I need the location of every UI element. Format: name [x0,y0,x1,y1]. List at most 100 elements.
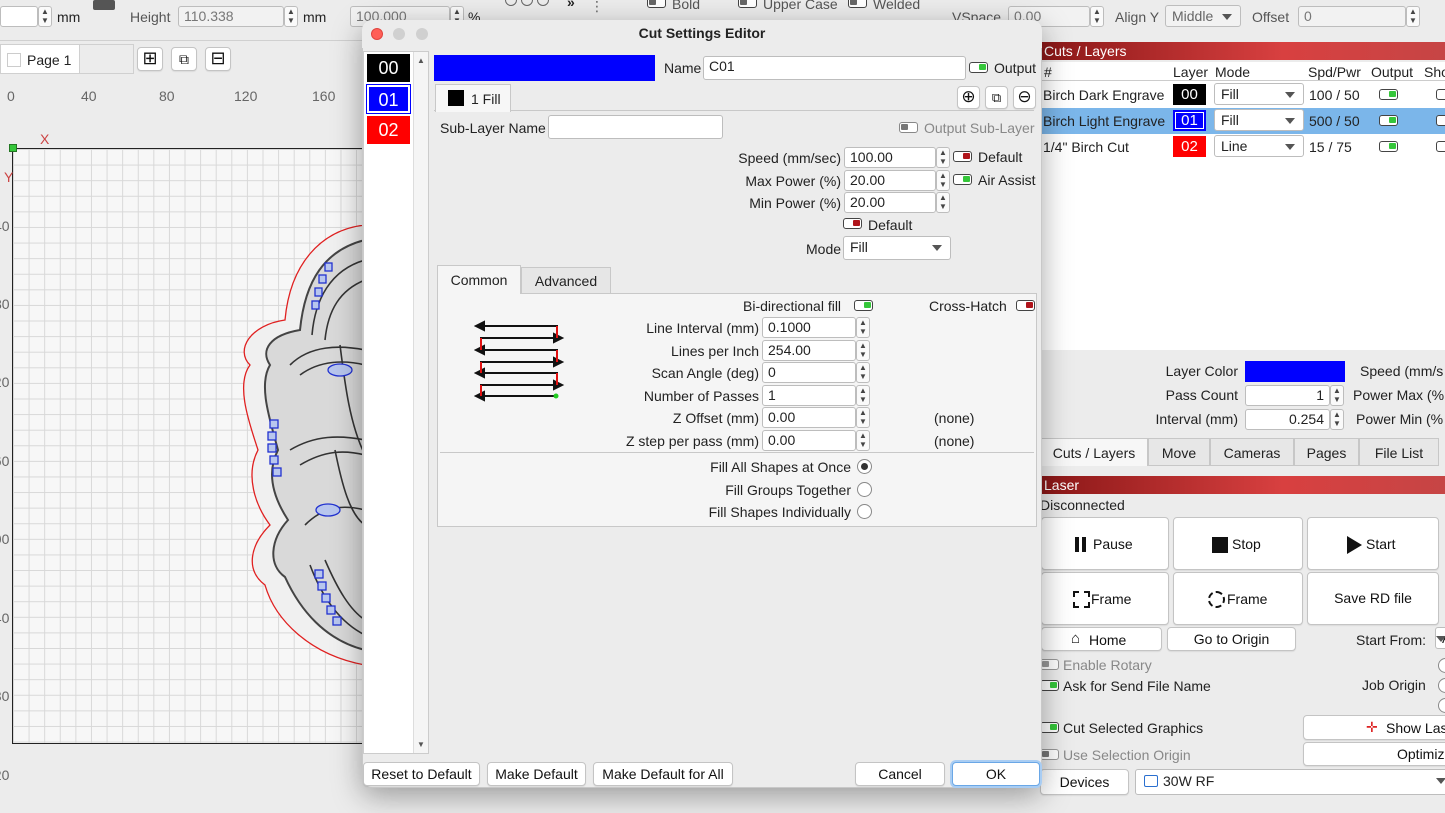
z-step-spinner[interactable]: ▲ ▼ [856,430,870,451]
power-default-toggle[interactable] [843,218,862,229]
max-power-spinner[interactable]: ▲ ▼ [936,170,950,191]
height-field[interactable]: 110.338 [178,6,284,27]
start-from-select[interactable]: A [1435,627,1445,649]
z-step-field[interactable]: 0.00 [762,430,856,451]
ok-button[interactable]: OK [952,762,1040,786]
speed-spinner[interactable]: ▲ ▼ [936,147,950,168]
cancel-button[interactable]: Cancel [855,762,945,786]
pass-count-field[interactable]: 1 [1245,385,1330,406]
max-power-field[interactable]: 20.00 [844,170,936,191]
width-field[interactable] [0,6,38,27]
lines-per-inch-spinner[interactable]: ▲ ▼ [856,340,870,361]
width-spinner[interactable]: ▲ ▼ [38,6,52,27]
offset-field[interactable]: 0 [1298,6,1406,27]
vspace-spinner[interactable]: ▲ ▼ [1090,6,1104,27]
z-offset-field[interactable]: 0.00 [762,407,856,428]
output-sublayer-toggle[interactable] [899,122,918,133]
fill-groups-radio[interactable] [857,482,872,497]
layer-list-item-02[interactable]: 02 [367,116,410,144]
show-last-button[interactable]: ✛ Show Las [1303,715,1445,740]
make-default-for-all-button[interactable]: Make Default for All [593,762,733,786]
lines-per-inch-field[interactable]: 254.00 [762,340,856,361]
offset-spinner[interactable]: ▲ ▼ [1406,6,1420,27]
mode-select[interactable]: Fill [843,236,951,260]
layer-list-scrollbar[interactable]: ▲ ▼ [413,52,428,753]
z-offset-spinner[interactable]: ▲ ▼ [856,407,870,428]
save-rd-button[interactable]: Save RD file [1307,572,1439,625]
fill-individual-radio[interactable] [857,504,872,519]
layer-mode-select[interactable]: Line [1214,135,1304,157]
tab-pages[interactable]: Pages [1294,438,1359,466]
frame-button[interactable]: Frame [1041,572,1169,625]
scan-angle-field[interactable]: 0 [762,362,856,383]
layer-mode-select[interactable]: Fill [1214,83,1304,105]
tab-cuts-layers[interactable]: Cuts / Layers [1040,438,1148,466]
name-field[interactable]: C01 [703,56,966,80]
devices-button[interactable]: Devices [1040,769,1129,795]
min-power-spinner[interactable]: ▲ ▼ [936,192,950,213]
table-row[interactable]: Birch Light Engrave 01 Fill 500 / 50 [1040,108,1445,134]
number-of-passes-field[interactable]: 1 [762,385,856,406]
stop-button[interactable]: Stop [1173,517,1303,570]
bidirectional-toggle[interactable] [854,300,873,311]
start-button[interactable]: Start [1307,517,1439,570]
line-interval-field[interactable]: 0.1000 [762,317,856,338]
add-sublayer-icon[interactable]: ⊕ [957,86,980,109]
layer-output-toggle[interactable] [1379,141,1398,152]
layer-list-item-00[interactable]: 00 [367,54,410,82]
pass-count-spinner[interactable]: ▲ ▼ [1330,385,1344,406]
layer-show-toggle[interactable] [1436,89,1445,100]
tab-move[interactable]: Move [1148,438,1210,466]
add-page-icon[interactable]: ⊞ [137,47,163,71]
output-toggle[interactable] [969,62,988,73]
tab-common[interactable]: Common [437,265,521,294]
layer-output-toggle[interactable] [1379,89,1398,100]
speed-default-toggle[interactable] [953,151,972,162]
remove-sublayer-icon[interactable]: ⊖ [1013,86,1036,109]
make-default-button[interactable]: Make Default [487,762,586,786]
ask-send-toggle[interactable] [1040,680,1059,691]
align-y-select[interactable]: Middle [1165,5,1241,27]
tab-advanced[interactable]: Advanced [521,267,611,294]
interval-spinner[interactable]: ▲ ▼ [1330,409,1344,430]
height-spinner[interactable]: ▲ ▼ [284,6,298,27]
go-to-origin-button[interactable]: Go to Origin [1167,627,1296,651]
air-assist-toggle[interactable] [953,174,972,185]
home-button[interactable]: ⌂ Home [1041,627,1162,651]
speed-field[interactable]: 100.00 [844,147,936,168]
lock-ratio-icon[interactable] [93,0,115,10]
alignment-icons[interactable] [505,0,549,12]
min-power-field[interactable]: 20.00 [844,192,936,213]
pause-button[interactable]: Pause [1041,517,1169,570]
layer-color-swatch[interactable] [1245,361,1345,382]
more-arrows-icon[interactable]: » [567,0,575,10]
dialog-layer-color[interactable] [434,55,655,81]
scan-angle-spinner[interactable]: ▲ ▼ [856,362,870,383]
interval-field[interactable]: 0.254 [1245,409,1330,430]
fill-all-radio[interactable] [857,459,872,474]
layer-show-toggle[interactable] [1436,115,1445,126]
layer-list-item-01[interactable]: 01 [366,84,411,114]
number-of-passes-spinner[interactable]: ▲ ▼ [856,385,870,406]
tab-file-list[interactable]: File List [1359,438,1439,466]
tab-cameras[interactable]: Cameras [1210,438,1294,466]
layer-mode-select[interactable]: Fill [1214,109,1304,131]
frame-circle-button[interactable]: Frame [1173,572,1303,625]
bold-toggle[interactable] [647,0,666,8]
layer-show-toggle[interactable] [1436,141,1445,152]
cut-selected-toggle[interactable] [1040,722,1059,733]
enable-rotary-toggle[interactable] [1040,659,1059,670]
sublayer-tab[interactable]: 1 Fill [435,84,511,112]
remove-page-icon[interactable]: ⊟ [205,47,231,71]
drag-handle-icon[interactable]: ⋮ [590,0,604,15]
table-row[interactable]: 1/4" Birch Cut 02 Line 15 / 75 [1040,134,1445,160]
page-tab[interactable]: Page 1 [0,44,80,74]
crosshatch-toggle[interactable] [1016,300,1035,311]
use-selection-toggle[interactable] [1040,749,1059,760]
optimization-button[interactable]: Optimizatior [1303,742,1445,766]
reset-to-default-button[interactable]: Reset to Default [363,762,480,786]
welded-toggle[interactable] [848,0,867,8]
table-row[interactable]: Birch Dark Engrave 00 Fill 100 / 50 [1040,82,1445,108]
copy-sublayer-icon[interactable]: ⧉ [985,86,1008,109]
layer-output-toggle[interactable] [1379,115,1398,126]
